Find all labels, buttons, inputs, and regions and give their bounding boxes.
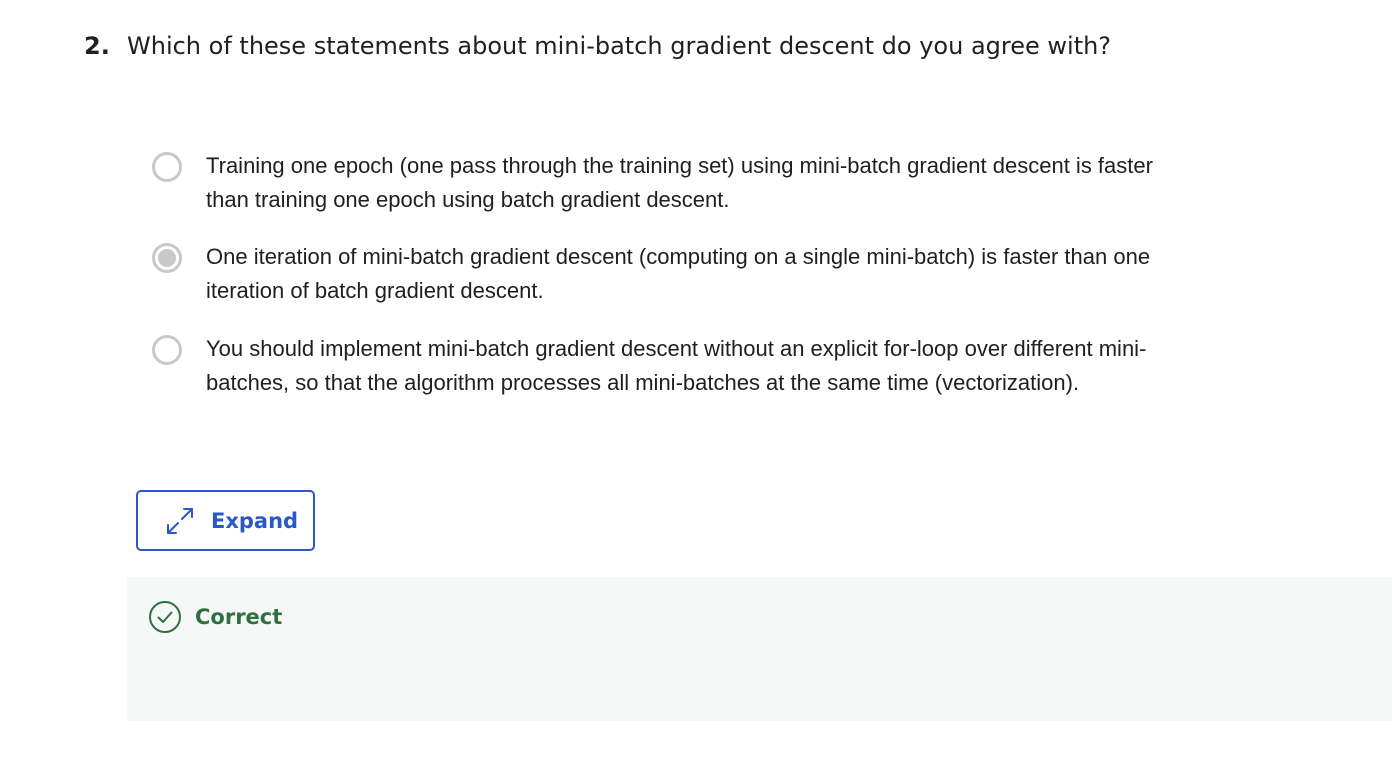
radio-dot [158,249,176,267]
option-label: You should implement mini-batch gradient… [206,336,1147,395]
radio-button[interactable] [152,335,182,365]
feedback-status-label: Correct [195,605,283,629]
question-number: 2. [84,32,110,60]
expand-button[interactable]: Expand [136,490,315,551]
question-text: Which of these statements about mini-bat… [127,32,1112,60]
option-label: Training one epoch (one pass through the… [206,153,1153,212]
question-header: 2. Which of these statements about mini-… [84,32,1111,60]
answer-option[interactable]: You should implement mini-batch gradient… [152,334,1162,400]
radio-button[interactable] [152,152,182,182]
radio-button[interactable] [152,243,182,273]
expand-arrows-icon [164,505,196,537]
option-label: One iteration of mini-batch gradient des… [206,244,1151,303]
check-circle-icon [148,600,182,634]
answer-option[interactable]: Training one epoch (one pass through the… [152,151,1162,217]
feedback-status: Correct [148,600,282,634]
expand-button-label: Expand [211,508,299,533]
feedback-panel: Correct [127,577,1392,721]
answer-option[interactable]: One iteration of mini-batch gradient des… [152,242,1162,308]
